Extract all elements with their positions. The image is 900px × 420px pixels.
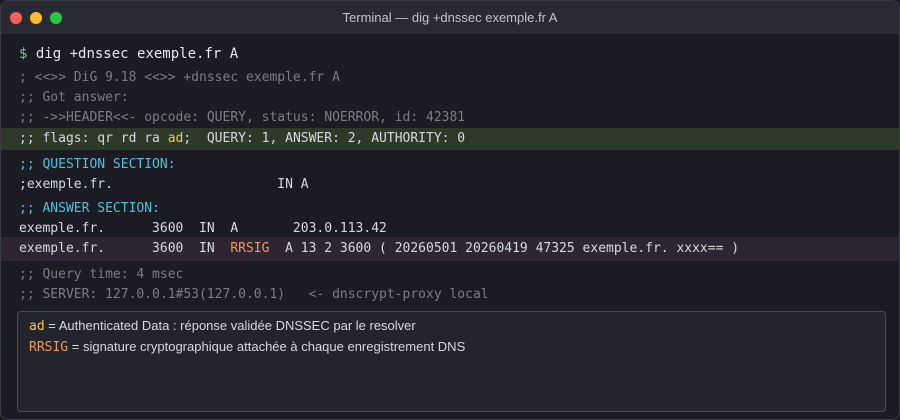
legend-rrsig-row: RRSIG = signature cryptographique attach… — [29, 339, 465, 355]
answer-row-a: exemple.fr. 3600 IN A 203.0.113.42 — [19, 221, 387, 236]
legend-rrsig-term: RRSIG — [29, 340, 69, 355]
query-time-line: ;; Query time: 4 msec — [19, 267, 184, 282]
answer-section-heading: ;; ANSWER SECTION: — [19, 201, 160, 216]
question-section-heading: ;; QUESTION SECTION: — [19, 157, 176, 172]
rrsig-row-suffix: A 13 2 3600 ( 20260501 20260419 47325 ex… — [269, 241, 740, 256]
flags-line: ;; flags: qr rd ra ad; QUERY: 1, ANSWER:… — [19, 130, 465, 148]
legend-ad-text: = Authenticated Data : réponse validée D… — [44, 318, 416, 333]
command-text: dig +dnssec exemple.fr A — [35, 46, 239, 62]
terminal-window: Terminal — dig +dnssec exemple.fr A $ di… — [0, 0, 900, 420]
flags-suffix: ; QUERY: 1, ANSWER: 2, AUTHORITY: 0 — [183, 131, 466, 146]
prompt-symbol: $ — [19, 46, 28, 62]
legend-ad-row: ad = Authenticated Data : réponse validé… — [29, 318, 416, 334]
title-bar[interactable]: Terminal — dig +dnssec exemple.fr A — [1, 1, 899, 35]
terminal-output[interactable]: $ dig +dnssec exemple.fr A ; <<>> DiG 9.… — [1, 36, 899, 419]
server-line: ;; SERVER: 127.0.0.1#53(127.0.0.1) <- dn… — [19, 287, 489, 302]
legend-ad-term: ad — [29, 319, 45, 334]
window-title: Terminal — dig +dnssec exemple.fr A — [342, 10, 558, 25]
question-row: ;exemple.fr. IN A — [19, 177, 309, 192]
command-line: $ dig +dnssec exemple.fr A — [19, 45, 238, 63]
legend-box: ad = Authenticated Data : réponse validé… — [17, 311, 886, 412]
dig-version-line: ; <<>> DiG 9.18 <<>> +dnssec exemple.fr … — [19, 70, 340, 85]
rrsig-row-prefix: exemple.fr. 3600 IN — [19, 241, 231, 256]
ad-flag: ad — [167, 131, 184, 146]
header-status-line: ;; ->>HEADER<<- opcode: QUERY, status: N… — [19, 110, 466, 125]
rrsig-type: RRSIG — [230, 241, 270, 256]
legend-rrsig-text: = signature cryptographique attachée à c… — [68, 339, 466, 354]
flags-prefix: ;; flags: qr rd ra — [19, 131, 168, 146]
got-answer-line: ;; Got answer: — [19, 90, 129, 105]
answer-row-rrsig: exemple.fr. 3600 IN RRSIG A 13 2 3600 ( … — [19, 240, 739, 258]
